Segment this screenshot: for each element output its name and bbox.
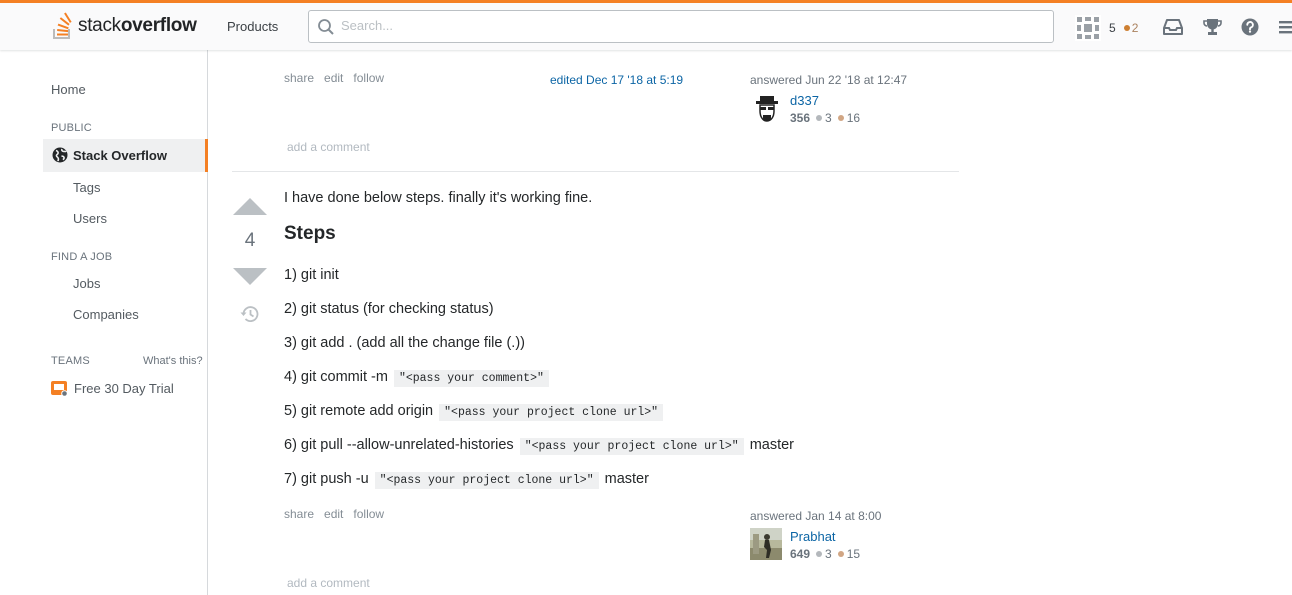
step-6-code: "<pass your project clone url>" <box>519 438 744 455</box>
share-link[interactable]: share <box>284 507 314 521</box>
user-avatar-prabhat[interactable] <box>750 528 782 560</box>
nav-companies[interactable]: Companies <box>73 307 139 322</box>
site-logo[interactable]: stackoverflow <box>50 11 197 41</box>
bronze-badge-icon <box>837 115 844 121</box>
nav-section-teams: TEAMS <box>51 355 90 367</box>
top-bar: stackoverflow Products 5 2 <box>0 0 1292 50</box>
user-reputation: 649 <box>790 547 811 561</box>
share-link[interactable]: share <box>284 71 314 85</box>
help-icon[interactable] <box>1241 18 1259 36</box>
nav-tags[interactable]: Tags <box>73 180 100 195</box>
inbox-icon[interactable] <box>1163 18 1183 36</box>
bronze-badge-count: 16 <box>846 111 861 125</box>
left-sidebar: Home PUBLIC Stack Overflow Tags Users FI… <box>0 50 208 595</box>
nav-stack-overflow-label: Stack Overflow <box>73 148 167 163</box>
add-comment-link[interactable]: add a comment <box>287 576 370 590</box>
nav-section-find-a-job: FIND A JOB <box>51 251 113 263</box>
logo-text: stackoverflow <box>78 15 197 36</box>
teams-free-trial-label: Free 30 Day Trial <box>74 380 174 396</box>
achievements-trophy-icon[interactable] <box>1203 18 1222 36</box>
user-avatar <box>1075 15 1101 41</box>
user-reputation-badges: 649 3 15 <box>790 547 860 561</box>
silver-badge-count: 3 <box>825 547 832 561</box>
user-reputation: 356 <box>790 111 811 125</box>
nav-home[interactable]: Home <box>51 82 86 97</box>
step-7-code: "<pass your project clone url>" <box>374 472 599 489</box>
follow-link[interactable]: follow <box>353 71 384 85</box>
edit-link[interactable]: edit <box>324 71 343 85</box>
bronze-badge-icon <box>837 551 844 557</box>
post-menu: share edit follow <box>284 71 394 85</box>
user-reputation: 5 <box>1109 21 1116 35</box>
step-5-code: "<pass your project clone url>" <box>439 404 664 421</box>
step-7: 7) git push -u "<pass your project clone… <box>284 471 649 489</box>
step-2: 2) git status (for checking status) <box>284 301 494 317</box>
nav-jobs[interactable]: Jobs <box>73 276 100 291</box>
user-name-link[interactable]: d337 <box>790 93 819 108</box>
answered-timestamp: answered Jun 22 '18 at 12:47 <box>750 73 908 87</box>
bronze-badge-count: 2 <box>1131 21 1139 35</box>
answer-divider <box>232 171 959 172</box>
teams-free-trial-link[interactable]: Free 30 Day Trial <box>51 379 174 397</box>
search-input[interactable] <box>341 18 1041 33</box>
teams-briefcase-icon <box>51 381 68 397</box>
step-1: 1) git init <box>284 267 339 283</box>
downvote-arrow-icon[interactable] <box>233 268 267 285</box>
post-menu: share edit follow <box>284 507 394 521</box>
vote-count: 4 <box>244 230 256 251</box>
step-5: 5) git remote add origin "<pass your pro… <box>284 403 665 421</box>
answered-timestamp: answered Jan 14 at 8:00 <box>750 509 882 523</box>
history-icon[interactable] <box>240 305 259 323</box>
bronze-badge-count: 15 <box>846 547 861 561</box>
user-avatar-d337[interactable] <box>751 93 783 125</box>
stack-logo-icon <box>50 11 76 41</box>
products-menu[interactable]: Products <box>227 19 278 34</box>
search-box[interactable] <box>308 10 1054 43</box>
answer-heading: Steps <box>284 223 336 244</box>
nav-section-public: PUBLIC <box>51 122 92 134</box>
follow-link[interactable]: follow <box>353 507 384 521</box>
step-4: 4) git commit -m "<pass your comment>" <box>284 369 551 387</box>
nav-stack-overflow[interactable]: Stack Overflow <box>43 139 208 172</box>
user-name-link[interactable]: Prabhat <box>790 529 836 544</box>
upvote-arrow-icon[interactable] <box>233 198 267 215</box>
edit-link[interactable]: edit <box>324 507 343 521</box>
user-profile-link[interactable]: 5 2 <box>1075 15 1138 41</box>
site-switcher-icon[interactable] <box>1279 18 1292 36</box>
teams-whats-this-link[interactable]: What's this? <box>143 355 203 367</box>
step-6: 6) git pull --allow-unrelated-histories … <box>284 437 795 455</box>
answer-intro: I have done below steps. finally it's wo… <box>284 190 593 206</box>
user-reputation-badges: 356 3 16 <box>790 111 860 125</box>
silver-badge-icon <box>816 115 823 121</box>
edited-timestamp-link[interactable]: edited Dec 17 '18 at 5:19 <box>550 73 683 87</box>
step-3: 3) git add . (add all the change file (.… <box>284 335 525 351</box>
globe-icon <box>52 147 68 163</box>
nav-users[interactable]: Users <box>73 211 107 226</box>
search-icon <box>318 19 334 35</box>
silver-badge-icon <box>816 551 823 557</box>
step-4-code: "<pass your comment>" <box>393 370 549 387</box>
silver-badge-count: 3 <box>825 111 832 125</box>
add-comment-link[interactable]: add a comment <box>287 140 370 154</box>
bronze-badge-icon <box>1123 24 1130 31</box>
